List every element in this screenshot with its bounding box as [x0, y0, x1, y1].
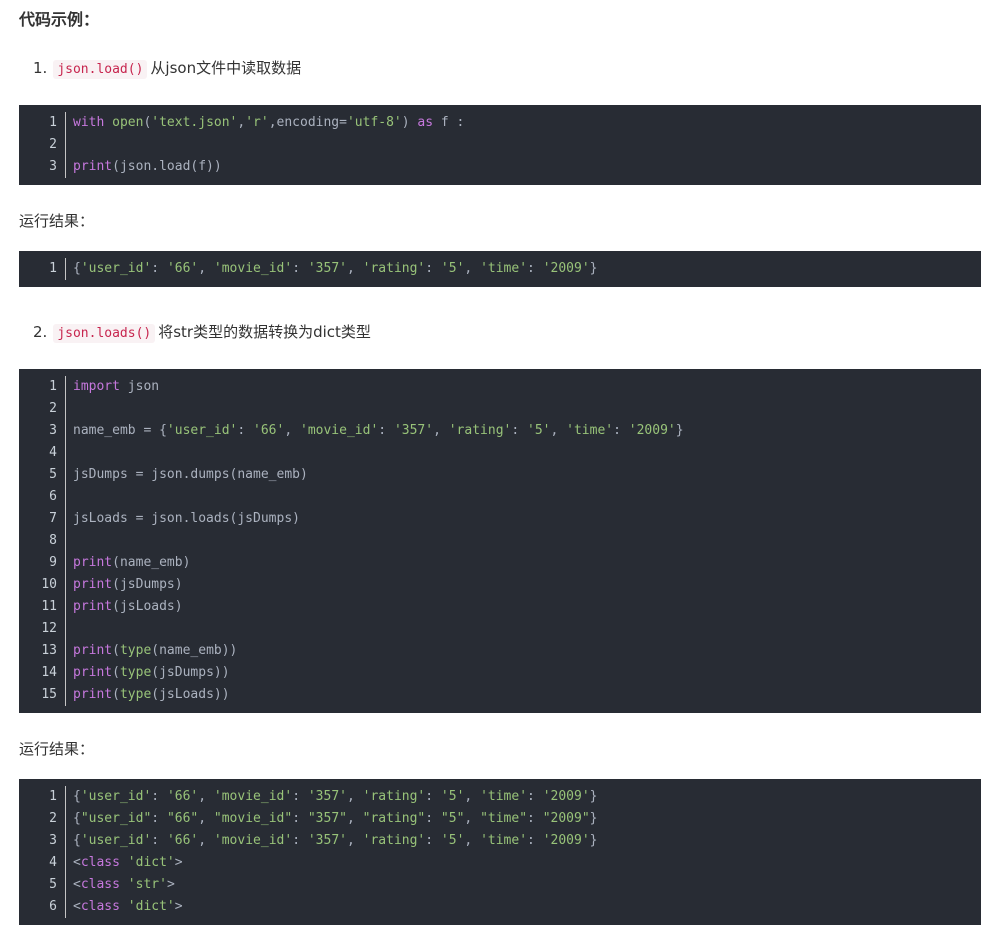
- code-line: 6 <class 'dict'>: [19, 896, 981, 918]
- inline-code: json.load(): [53, 60, 148, 79]
- code-line: 14 print(type(jsDumps)): [19, 662, 981, 684]
- code-text: import json: [73, 379, 160, 394]
- code-text: name_emb = {'user_id': '66', 'movie_id':…: [73, 423, 684, 438]
- line-number: 13: [19, 640, 66, 662]
- code-text: print(type(name_emb)): [73, 643, 238, 658]
- code-line: 11 print(jsLoads): [19, 596, 981, 618]
- section-heading: 代码示例：: [19, 10, 100, 29]
- code-block-1[interactable]: 1 with open('text.json','r',encoding='utf…: [19, 105, 981, 185]
- result-label: 运行结果：: [19, 740, 95, 758]
- line-number: 8: [19, 530, 66, 552]
- line-number: 3: [19, 420, 66, 442]
- code-line: 1 {'user_id': '66', 'movie_id': '357', 'r…: [19, 786, 981, 808]
- code-line: 2: [19, 134, 981, 156]
- output-block-2[interactable]: 1 {'user_id': '66', 'movie_id': '357', 'r…: [19, 779, 981, 925]
- line-number: 10: [19, 574, 66, 596]
- line-number: 4: [19, 442, 66, 464]
- code-text: print(type(jsLoads)): [73, 687, 230, 702]
- code-line: 2 {"user_id": "66", "movie_id": "357", "r…: [19, 808, 981, 830]
- code-text: print(jsLoads): [73, 599, 183, 614]
- line-number: 15: [19, 684, 66, 706]
- line-number: 5: [19, 464, 66, 486]
- inline-code: json.loads(): [53, 324, 156, 343]
- code-text: {"user_id": "66", "movie_id": "357", "ra…: [73, 811, 598, 826]
- list-item-text: 将str类型的数据转换为dict类型: [158, 323, 371, 341]
- list-number: 1.: [33, 59, 48, 77]
- list-number: 2.: [33, 323, 48, 341]
- output-block-1[interactable]: 1 {'user_id': '66', 'movie_id': '357', 'r…: [19, 251, 981, 287]
- code-line: 1 import json: [19, 376, 981, 398]
- result-label: 运行结果：: [19, 212, 95, 230]
- line-number: 2: [19, 808, 66, 830]
- code-line: 4 <class 'dict'>: [19, 852, 981, 874]
- code-text: {'user_id': '66', 'movie_id': '357', 'ra…: [73, 789, 598, 804]
- list-item-2: 2. json.loads() 将str类型的数据转换为dict类型: [33, 320, 371, 344]
- code-text: {'user_id': '66', 'movie_id': '357', 'ra…: [73, 833, 598, 848]
- line-number: 12: [19, 618, 66, 640]
- code-block-2[interactable]: 1 import json 2 3 name_emb = {'user_id': '66…: [19, 369, 981, 713]
- code-line: 10 print(jsDumps): [19, 574, 981, 596]
- list-item-1: 1. json.load() 从json文件中读取数据: [33, 56, 301, 80]
- line-number: 1: [19, 786, 66, 808]
- code-text: <class 'str'>: [73, 877, 175, 892]
- code-line: 7 jsLoads = json.loads(jsDumps): [19, 508, 981, 530]
- line-number: 9: [19, 552, 66, 574]
- code-line: 9 print(name_emb): [19, 552, 981, 574]
- line-number: 3: [19, 830, 66, 852]
- code-text: jsLoads = json.loads(jsDumps): [73, 511, 300, 526]
- code-text: print(type(jsDumps)): [73, 665, 230, 680]
- code-text: print(jsDumps): [73, 577, 183, 592]
- code-line: 5 <class 'str'>: [19, 874, 981, 896]
- code-text: <class 'dict'>: [73, 855, 183, 870]
- list-item-text: 从json文件中读取数据: [150, 59, 302, 77]
- code-line: 3 {'user_id': '66', 'movie_id': '357', 'r…: [19, 830, 981, 852]
- code-line: 15 print(type(jsLoads)): [19, 684, 981, 706]
- code-line: 1 with open('text.json','r',encoding='utf…: [19, 112, 981, 134]
- code-line: 12: [19, 618, 981, 640]
- code-line: 8: [19, 530, 981, 552]
- code-line: 2: [19, 398, 981, 420]
- line-number: 14: [19, 662, 66, 684]
- line-number: 11: [19, 596, 66, 618]
- line-number: 6: [19, 896, 66, 918]
- line-number: 2: [19, 398, 66, 420]
- line-number: 4: [19, 852, 66, 874]
- line-number: 2: [19, 134, 66, 156]
- code-line: 4: [19, 442, 981, 464]
- line-number: 1: [19, 112, 66, 134]
- line-number: 3: [19, 156, 66, 178]
- line-number: 1: [19, 376, 66, 398]
- line-number: 6: [19, 486, 66, 508]
- code-line: 1 {'user_id': '66', 'movie_id': '357', 'r…: [19, 258, 981, 280]
- line-number: 7: [19, 508, 66, 530]
- line-number: 1: [19, 258, 66, 280]
- code-text: jsDumps = json.dumps(name_emb): [73, 467, 308, 482]
- code-line: 3 name_emb = {'user_id': '66', 'movie_id'…: [19, 420, 981, 442]
- code-line: 5 jsDumps = json.dumps(name_emb): [19, 464, 981, 486]
- code-text: print(name_emb): [73, 555, 191, 570]
- code-line: 13 print(type(name_emb)): [19, 640, 981, 662]
- line-number: 5: [19, 874, 66, 896]
- code-text: {'user_id': '66', 'movie_id': '357', 'ra…: [73, 261, 598, 276]
- code-line: 6: [19, 486, 981, 508]
- code-text: print(json.load(f)): [73, 159, 222, 174]
- code-text: with open('text.json','r',encoding='utf-…: [73, 115, 465, 130]
- code-line: 3 print(json.load(f)): [19, 156, 981, 178]
- code-text: <class 'dict'>: [73, 899, 183, 914]
